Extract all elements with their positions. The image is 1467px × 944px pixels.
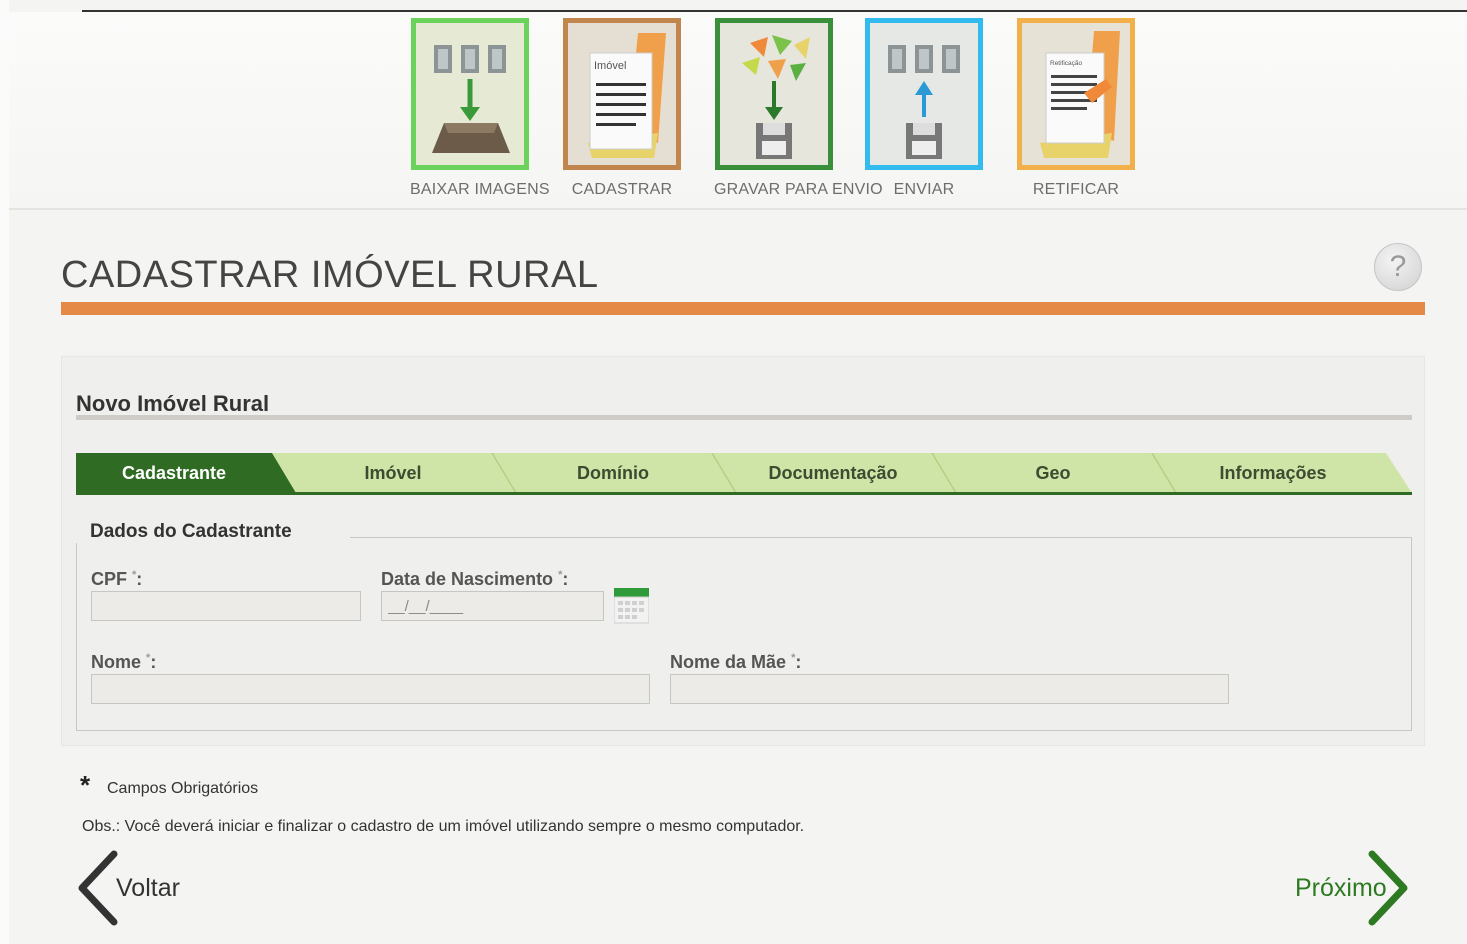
panel-divider [76, 415, 1412, 420]
tool-retificar[interactable]: Retificação RETIFICAR [1016, 18, 1136, 199]
page-title: CADASTRAR IMÓVEL RURAL [61, 254, 599, 296]
tab-dominio[interactable]: Domínio [503, 453, 723, 493]
help-icon[interactable]: ? [1374, 243, 1422, 291]
mother-name-label-text: Nome da Mãe [670, 652, 787, 672]
fieldset-legend: Dados do Cadastrante [76, 521, 306, 543]
tool-label: ENVIAR [893, 181, 955, 198]
tool-label: CADASTRAR [571, 181, 673, 198]
tool-cadastrar[interactable]: Imóvel CADASTRAR [562, 18, 682, 199]
calendar-icon[interactable] [614, 588, 649, 625]
retificar-document-icon: Retificação [1017, 18, 1135, 170]
tool-label: BAIXAR IMAGENS [410, 181, 550, 198]
baixar-imagens-icon [411, 18, 529, 170]
name-input[interactable] [91, 674, 650, 704]
back-button[interactable]: Voltar [74, 850, 204, 926]
cpf-label-text: CPF [91, 569, 127, 589]
mother-name-input[interactable] [670, 674, 1229, 704]
name-label-text: Nome [91, 652, 142, 672]
next-button[interactable]: Próximo [1290, 850, 1415, 926]
tool-baixar-imagens[interactable]: BAIXAR IMAGENS [410, 18, 550, 199]
title-underline [61, 302, 1425, 315]
save-disk-icon [715, 18, 833, 170]
mother-name-label: Nome da Mãe *: [670, 652, 801, 673]
chevron-left-icon [78, 850, 118, 926]
cpf-label: CPF *: [91, 569, 142, 590]
tab-informacoes[interactable]: Informações [1163, 453, 1383, 493]
birth-date-label: Data de Nascimento *: [381, 569, 568, 590]
form-panel: Novo Imóvel Rural Cadastrante Imóvel Dom… [61, 356, 1425, 746]
cpf-input[interactable] [91, 591, 361, 621]
label-colon: : [136, 569, 143, 589]
upload-icon [865, 18, 983, 170]
cadastrar-document-icon: Imóvel [563, 18, 681, 170]
name-label: Nome *: [91, 652, 156, 673]
tool-label: RETIFICAR [1032, 181, 1120, 198]
tab-imovel[interactable]: Imóvel [283, 453, 503, 493]
panel-title: Novo Imóvel Rural [76, 391, 270, 416]
required-star: * [80, 770, 91, 800]
tool-label: GRAVAR PARA ENVIO [714, 181, 883, 198]
cadastrar-doc-text: Imóvel [594, 60, 626, 72]
label-colon: : [795, 652, 802, 672]
wizard-tabs: Cadastrante Imóvel Domínio Documentação … [76, 453, 1412, 495]
tool-enviar[interactable]: ENVIAR [864, 18, 984, 199]
tab-cadastrante[interactable]: Cadastrante [76, 453, 272, 493]
birth-date-label-text: Data de Nascimento [381, 569, 554, 589]
required-fields-note: Campos Obrigatórios [107, 780, 259, 797]
observation-note: Obs.: Você deverá iniciar e finalizar o … [82, 818, 805, 835]
tab-documentacao[interactable]: Documentação [723, 453, 943, 493]
label-colon: : [562, 569, 569, 589]
label-colon: : [150, 652, 157, 672]
birth-date-input[interactable] [381, 591, 604, 621]
retificar-doc-text: Retificação [1050, 60, 1083, 67]
tab-geo[interactable]: Geo [943, 453, 1163, 493]
back-label: Voltar [116, 874, 180, 902]
next-label: Próximo [1295, 874, 1387, 902]
left-border-strip [0, 0, 9, 944]
tool-gravar-para-envio[interactable]: GRAVAR PARA ENVIO [714, 18, 883, 199]
